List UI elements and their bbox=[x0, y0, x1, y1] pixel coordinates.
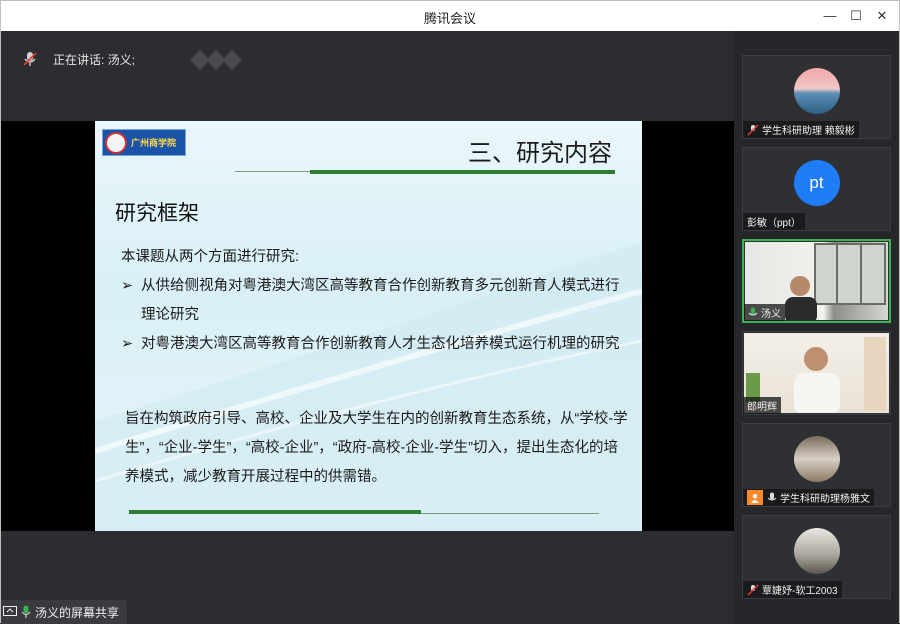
avatar bbox=[793, 528, 840, 574]
loading-dots bbox=[190, 50, 242, 70]
participant-name: 彭敏（ppt） bbox=[743, 213, 805, 230]
maximize-button[interactable]: ☐ bbox=[847, 7, 865, 25]
screen-share-icon bbox=[3, 606, 17, 618]
slide-paragraph: 旨在构筑政府引导、高校、企业及大学生在内的创新教育生态系统，从“学校-学生”，“… bbox=[125, 411, 628, 485]
participant-name: 学生科研助理杨雅文 bbox=[743, 489, 874, 506]
participant-list: 学生科研助理 赖毅彬 pt 彭敏（ppt） 汤义 郎明辉 学生科研助理杨雅文 覃… bbox=[734, 31, 899, 624]
speaking-label: 正在讲话: 汤义; bbox=[53, 52, 136, 67]
participant-name: 郎明辉 bbox=[743, 397, 781, 414]
window-title: 腾讯会议 bbox=[423, 11, 476, 26]
screen-share-label[interactable]: 汤义的屏幕共享 bbox=[1, 600, 128, 624]
participant-name: 学生科研助理 赖毅彬 bbox=[743, 121, 859, 138]
user-icon bbox=[747, 490, 763, 505]
avatar: pt bbox=[793, 160, 840, 206]
speaking-indicator: 正在讲话: 汤义; bbox=[19, 47, 135, 71]
section-heading: 研究框架 bbox=[115, 202, 199, 225]
participant-name: 汤义 bbox=[744, 304, 785, 321]
school-logo: 广州商学院 bbox=[102, 129, 186, 156]
bullet-text: 对粤港澳大湾区高等教育合作创新教育人才生态化培养模式运行机理的研究 bbox=[141, 336, 620, 352]
bullet-item: ➢ 从供给侧视角对粤港澳大湾区高等教育合作创新教育多元创新育人模式进行理论研究 bbox=[121, 272, 621, 330]
title-bar: 腾讯会议 — ☐ ✕ bbox=[1, 1, 899, 31]
screen-share-text: 汤义的屏幕共享 bbox=[35, 605, 120, 620]
shared-screen: 广州商学院 三、研究内容 研究框架 本课题从两个方面进行研究: ➢ 从供给侧视角… bbox=[1, 121, 734, 531]
bullet-text: 从供给侧视角对粤港澳大湾区高等教育合作创新教育多元创新育人模式进行理论研究 bbox=[141, 278, 620, 323]
participant-tile[interactable]: 覃婕妤-软工2003 bbox=[742, 515, 891, 599]
minimize-button[interactable]: — bbox=[821, 7, 839, 25]
arrow-bullet-icon: ➢ bbox=[121, 278, 134, 294]
meeting-window: 腾讯会议 — ☐ ✕ 正在讲话: 汤义; 广州商学院 三、研究内容 研究框架 本… bbox=[0, 0, 900, 624]
mic-muted-icon bbox=[19, 48, 41, 70]
arrow-bullet-icon: ➢ bbox=[121, 336, 134, 352]
divider-accent bbox=[129, 510, 421, 514]
participant-tile[interactable]: 学生科研助理杨雅文 bbox=[742, 423, 891, 507]
divider-accent bbox=[310, 170, 615, 174]
avatar bbox=[793, 68, 840, 114]
mic-muted-icon bbox=[747, 123, 759, 136]
mic-active-icon bbox=[748, 307, 758, 319]
school-logo-text: 广州商学院 bbox=[131, 139, 177, 149]
slide-body: 本课题从两个方面进行研究: ➢ 从供给侧视角对粤港澳大湾区高等教育合作创新教育多… bbox=[121, 243, 621, 359]
participant-tile-active-speaker[interactable]: 汤义 bbox=[742, 239, 891, 323]
participant-tile[interactable]: pt 彭敏（ppt） bbox=[742, 147, 891, 231]
bullet-item: ➢ 对粤港澳大湾区高等教育合作创新教育人才生态化培养模式运行机理的研究 bbox=[121, 330, 621, 359]
close-button[interactable]: ✕ bbox=[873, 7, 891, 25]
participant-tile[interactable]: 郎明辉 bbox=[742, 331, 891, 415]
participant-tile[interactable]: 学生科研助理 赖毅彬 bbox=[742, 55, 891, 139]
mic-on-icon bbox=[767, 492, 777, 504]
avatar bbox=[793, 436, 840, 482]
slide-title: 三、研究内容 bbox=[468, 139, 612, 167]
mic-on-icon bbox=[21, 605, 31, 619]
main-stage-area: 正在讲话: 汤义; 广州商学院 三、研究内容 研究框架 本课题从两个方面进行研究… bbox=[1, 31, 734, 624]
participant-name: 覃婕妤-软工2003 bbox=[743, 581, 842, 598]
mic-muted-icon bbox=[747, 583, 759, 596]
presentation-slide: 广州商学院 三、研究内容 研究框架 本课题从两个方面进行研究: ➢ 从供给侧视角… bbox=[95, 121, 642, 531]
intro-text: 本课题从两个方面进行研究: bbox=[121, 249, 300, 265]
